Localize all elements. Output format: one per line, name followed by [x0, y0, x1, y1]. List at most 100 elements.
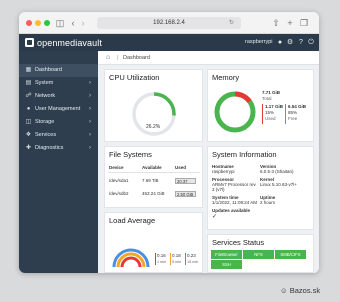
service-badge-ssh[interactable]: SSH: [211, 260, 242, 269]
card-title: Memory: [212, 73, 240, 82]
kernel-value: Linux 5.10.63-v7l+: [260, 182, 297, 187]
sidebar-item-system[interactable]: ▤ System ›: [19, 77, 98, 90]
chevron-right-icon: ›: [89, 106, 91, 112]
breadcrumb-separator: |: [117, 55, 119, 61]
url-text: 192.168.2.4: [153, 20, 185, 26]
sidebar-item-label: System: [35, 80, 54, 86]
row-device: /dev/sda1: [109, 178, 129, 183]
sidebar-item-user-management[interactable]: ● User Management ›: [19, 103, 98, 116]
table-header-device[interactable]: Device: [109, 165, 124, 171]
load-1min-marker: [155, 253, 156, 265]
app-logo[interactable]: openmediavault: [25, 37, 102, 48]
sidebar-item-label: Dashboard: [35, 67, 62, 73]
forward-icon[interactable]: ›: [79, 16, 87, 30]
card-title: File Systems: [109, 150, 152, 159]
watermark-symbol: ☺: [280, 286, 290, 295]
sidebar-item-services[interactable]: ❖ Services ›: [19, 129, 98, 142]
power-icon[interactable]: ⏻: [306, 37, 316, 48]
new-tab-icon[interactable]: +: [285, 16, 295, 30]
watermark-text: Bazos.sk: [289, 286, 321, 295]
table-header-available[interactable]: Available: [142, 165, 162, 171]
address-bar[interactable]: 192.168.2.4 ↻: [97, 17, 241, 29]
system-information-card: System Information Hostname raspberrypi …: [207, 146, 314, 230]
uptime-value: 2 hours: [260, 200, 276, 205]
cpu-utilization-card: CPU Utilization 26.2%: [104, 69, 203, 142]
browser-toolbar: ◫ ‹ › 192.168.2.4 ↻ ⇧ + ❐: [19, 12, 319, 34]
card-title: System Information: [212, 150, 277, 159]
card-title: Services Status: [212, 238, 265, 247]
bazos-watermark: ☺ Bazos.sk: [280, 286, 320, 296]
chevron-right-icon: ›: [89, 93, 91, 99]
chevron-right-icon: ›: [89, 132, 91, 138]
cpu-value: 26.2%: [146, 124, 161, 130]
monitor-icon: ▤: [25, 80, 32, 86]
app-header: openmediavault raspberrypi ● ⚙ ? ⏻: [19, 34, 319, 51]
sidebar-item-label: Diagnostics: [35, 145, 64, 151]
memory-used-marker: [262, 104, 263, 124]
chevron-right-icon: ›: [89, 119, 91, 125]
maximize-window-button[interactable]: [44, 20, 50, 26]
services-status-card: Services Status FileBrowser NFS SMB/CIFS…: [207, 234, 314, 273]
memory-total-label: Total: [262, 96, 272, 101]
browser-window: ◫ ‹ › 192.168.2.4 ↻ ⇧ + ❐ openmediavault…: [19, 12, 319, 273]
memory-free-label: Free: [288, 116, 298, 121]
close-window-button[interactable]: [26, 20, 32, 26]
memory-free-marker: [285, 104, 286, 124]
omv-logo-icon: [25, 38, 34, 47]
load-15min-label: 15 min: [187, 260, 199, 264]
chevron-right-icon: ›: [89, 80, 91, 86]
minimize-window-button[interactable]: [35, 20, 41, 26]
service-badge-nfs[interactable]: NFS: [243, 250, 274, 259]
help-icon[interactable]: ?: [296, 37, 306, 48]
load-arc-1min: [120, 256, 142, 268]
load-average-card: Load Average 0.16 1 min 0.18 5 min 0.23 …: [104, 212, 203, 273]
chevron-right-icon: ›: [89, 145, 91, 151]
sidebar: ▦ Dashboard ▤ System › ☍ Network › ● Use…: [19, 51, 98, 273]
sidebar-item-label: User Management: [35, 106, 81, 112]
row-used: 20.37 GiB: [175, 178, 196, 184]
sidebar-item-network[interactable]: ☍ Network ›: [19, 90, 98, 103]
memory-donut: [214, 91, 256, 133]
table-divider: [108, 172, 200, 173]
service-badge-filebrowser[interactable]: FileBrowser: [211, 250, 242, 259]
row-available: 7.69 TiB: [142, 178, 159, 183]
sidebar-item-label: Network: [35, 93, 56, 99]
card-title: CPU Utilization: [109, 73, 160, 82]
row-available: 453.24 GiB: [142, 191, 165, 196]
sidebar-icon[interactable]: ◫: [55, 16, 65, 30]
service-badge-smb[interactable]: SMB/CIFS: [275, 250, 306, 259]
row-device: /dev/sdb2: [109, 191, 129, 196]
memory-card: Memory 7.71 GiB Total 1.17 GiB 15% Used …: [207, 69, 314, 142]
load-5min-marker: [170, 253, 171, 265]
share-icon[interactable]: ⇧: [271, 16, 281, 30]
user-icon[interactable]: ●: [275, 37, 285, 48]
sidebar-item-diagnostics[interactable]: ✚ Diagnostics ›: [19, 142, 98, 155]
sidebar-item-label: Services: [35, 132, 57, 138]
processor-value: ARMv7 Processor rev 3 (v7l): [212, 182, 256, 192]
load-5min-label: 5 min: [172, 260, 182, 264]
version-value: 6.0.5-3 (Shaitan): [260, 169, 294, 174]
tabs-icon[interactable]: ❐: [299, 16, 309, 30]
storage-icon: ◫: [25, 119, 32, 125]
sidebar-item-storage[interactable]: ◫ Storage ›: [19, 116, 98, 129]
reload-icon[interactable]: ↻: [229, 17, 234, 29]
grid-icon: ▦: [25, 67, 32, 73]
users-icon: ●: [26, 106, 31, 112]
services-icon: ❖: [25, 132, 32, 138]
app-name: openmediavault: [37, 37, 102, 48]
system-time-value: 1/1/2022, 11:09:24 AM: [212, 200, 257, 205]
main-content: ⌂ | Dashboard CPU Utilization 26.2% Memo…: [98, 51, 319, 273]
diagnostics-icon: ✚: [25, 145, 32, 151]
memory-used-label: Used: [265, 116, 276, 121]
cpu-gauge: [132, 92, 176, 136]
table-header-used[interactable]: Used: [175, 165, 186, 171]
load-arc-chart: [112, 248, 150, 268]
settings-icon[interactable]: ⚙: [285, 37, 295, 48]
card-title: Load Average: [109, 216, 156, 225]
home-icon[interactable]: ⌂: [106, 51, 110, 65]
load-15min-marker: [185, 253, 186, 265]
sidebar-item-dashboard[interactable]: ▦ Dashboard: [19, 64, 98, 77]
back-icon[interactable]: ‹: [69, 16, 77, 30]
user-name[interactable]: raspberrypi: [245, 38, 273, 47]
row-used: 2.50 GiB: [175, 191, 196, 197]
